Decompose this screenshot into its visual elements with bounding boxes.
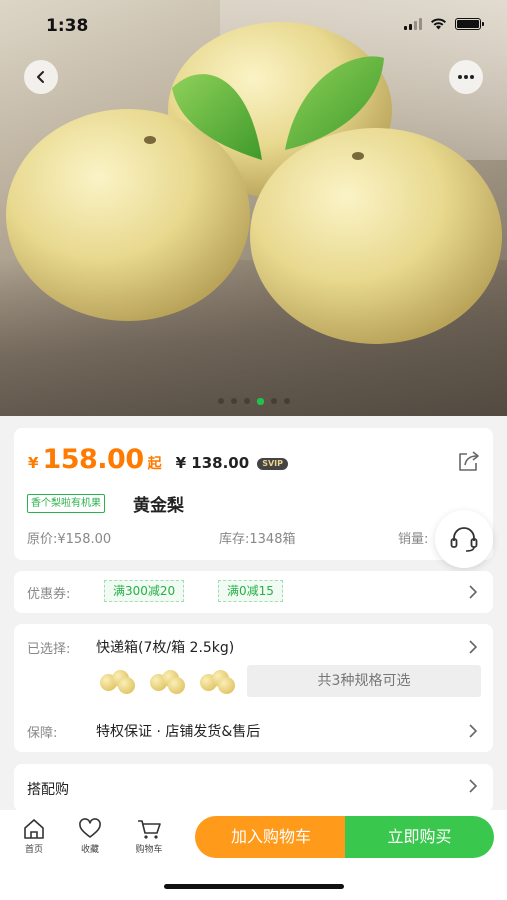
- back-button[interactable]: [24, 60, 58, 94]
- shop-tag[interactable]: 香个梨啦有机果: [27, 494, 105, 513]
- status-bar: 1:38: [0, 0, 507, 52]
- cart-tab[interactable]: 购物车: [124, 818, 174, 855]
- heart-icon: [79, 818, 101, 838]
- cart-icon: [138, 820, 161, 839]
- cart-tab-label: 购物车: [135, 845, 163, 855]
- status-time: 1:38: [46, 16, 89, 36]
- back-icon: [37, 71, 44, 83]
- bottom-action-bar: 首页 收藏 购物车 加入购物车 立即购买: [0, 810, 507, 900]
- wifi-icon: [431, 18, 446, 30]
- selected-spec[interactable]: 快递箱(7枚/箱 2.5kg): [96, 637, 234, 657]
- home-tab-label: 首页: [24, 845, 43, 855]
- svip-badge: SVIP: [257, 457, 288, 470]
- more-icon: [458, 75, 474, 79]
- share-button[interactable]: [457, 450, 481, 476]
- carousel-dot: [243, 398, 250, 404]
- customer-service-button[interactable]: [435, 510, 493, 568]
- headset-icon: [450, 527, 478, 552]
- price-row: ¥ 158.00 起 ¥ 138.00 SVIP: [28, 444, 288, 475]
- sales: 销量:: [398, 532, 429, 547]
- svip-price: ¥ 138.00: [175, 454, 250, 472]
- home-icon: [24, 819, 44, 839]
- combo-label: 搭配购: [27, 782, 69, 798]
- favorite-tab-label: 收藏: [80, 845, 99, 855]
- home-indicator: [164, 884, 344, 889]
- more-button[interactable]: [449, 60, 483, 94]
- favorite-tab[interactable]: 收藏: [65, 818, 115, 855]
- carousel-dot: [217, 398, 224, 404]
- spec-thumbnail[interactable]: [198, 668, 236, 696]
- coupon-item[interactable]: 满300减20: [104, 580, 185, 602]
- coupon-item[interactable]: 满0减15: [218, 580, 283, 602]
- chevron-right-icon[interactable]: [469, 724, 477, 738]
- stock: 库存:1348箱: [219, 532, 296, 547]
- product-name: 黄金梨: [133, 496, 184, 516]
- pears-illustration: [6, 22, 502, 344]
- buy-now-button[interactable]: 立即购买: [345, 816, 494, 858]
- carousel-dot: [230, 398, 237, 404]
- spec-card: 已选择: 快递箱(7枚/箱 2.5kg) 共3种规格可选 保障: 特权保证 · …: [14, 624, 493, 752]
- battery-icon: [455, 18, 484, 30]
- original-price: 原价:¥158.00: [27, 532, 112, 547]
- coupon-row[interactable]: 优惠券: 满300减20 满0减15: [14, 571, 493, 613]
- system-icons: [404, 18, 484, 30]
- carousel-dot: [283, 398, 290, 404]
- guarantee-label: 保障:: [27, 726, 58, 741]
- coupon-label: 优惠券:: [27, 587, 71, 602]
- currency-symbol: ¥: [28, 454, 39, 472]
- chevron-right-icon: [469, 779, 477, 793]
- share-icon: [459, 451, 479, 471]
- add-to-cart-button[interactable]: 加入购物车: [195, 816, 347, 858]
- carousel-dot: [270, 398, 277, 404]
- spec-thumbnail[interactable]: [148, 668, 186, 696]
- guarantee-value[interactable]: 特权保证 · 店铺发货&售后: [96, 721, 260, 741]
- home-tab[interactable]: 首页: [9, 818, 59, 855]
- chevron-right-icon[interactable]: [469, 640, 477, 654]
- spec-options-button[interactable]: 共3种规格可选: [247, 665, 481, 697]
- product-image[interactable]: 1:38: [0, 0, 507, 416]
- signal-icon: [404, 18, 422, 30]
- price-card: ¥ 158.00 起 ¥ 138.00 SVIP 香个梨啦有机果 黄金梨 原价:…: [14, 428, 493, 560]
- price-suffix: 起: [147, 456, 162, 472]
- chevron-right-icon: [469, 585, 477, 599]
- carousel-indicator: [0, 398, 507, 405]
- svip-badge-label: SVIP: [262, 459, 283, 468]
- carousel-dot-active: [256, 398, 264, 405]
- combo-purchase-row[interactable]: 搭配购: [14, 764, 493, 812]
- price: 158.00: [42, 444, 144, 475]
- spec-thumbnails: [98, 668, 236, 696]
- spec-thumbnail[interactable]: [98, 668, 136, 696]
- selected-label: 已选择:: [27, 642, 71, 657]
